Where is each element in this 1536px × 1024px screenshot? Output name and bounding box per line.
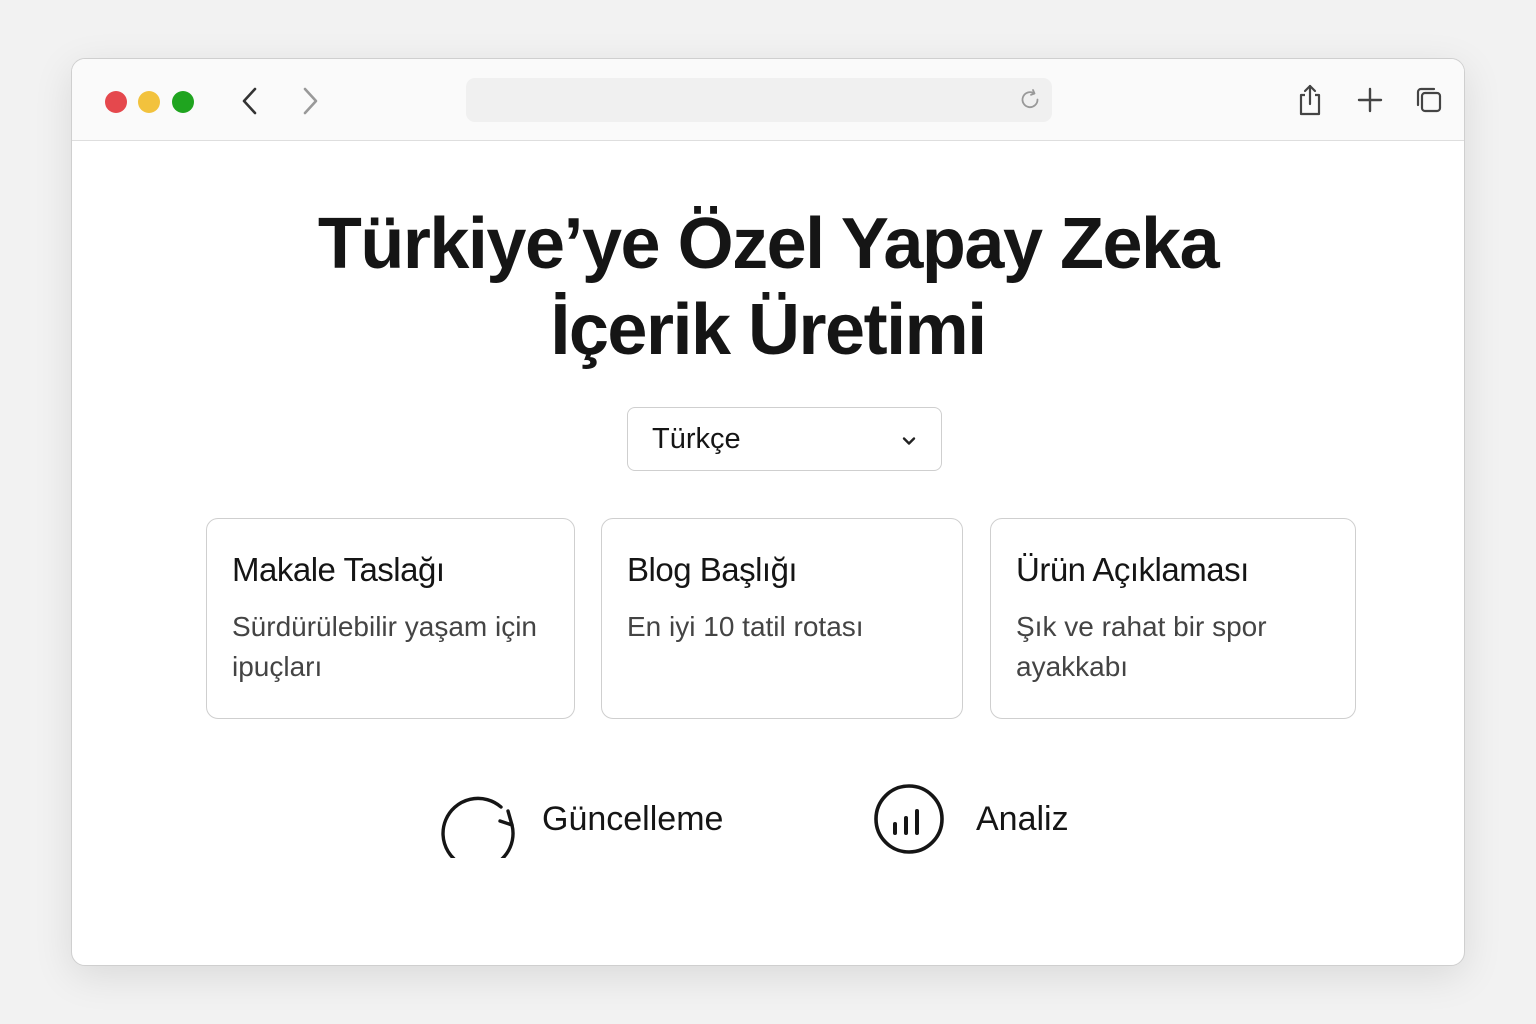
card-description: Şık ve rahat bir spor ayakkabı <box>1016 611 1267 682</box>
card-article-draft[interactable]: Makale Taslağı Sürdürülebilir yaşam için… <box>206 518 575 719</box>
card-title: Makale Taslağı <box>232 551 445 588</box>
browser-window: Türkiye’ye Özel Yapay Zeka İçerik Üretim… <box>71 58 1465 966</box>
browser-toolbar <box>72 59 1464 141</box>
analysis-label: Analiz <box>976 799 1069 838</box>
plus-icon <box>1357 87 1383 113</box>
card-description: Sürdürülebilir yaşam için ipuçları <box>232 611 538 682</box>
language-select-value: Türkçe <box>652 423 741 455</box>
reload-icon[interactable] <box>1018 88 1042 112</box>
card-blog-title[interactable]: Blog Başlığı En iyi 10 tatil rotası <box>601 518 963 719</box>
page-title-line-1: Türkiye’ye Özel Yapay Zeka <box>317 204 1220 284</box>
minimize-window-button[interactable] <box>138 91 160 113</box>
refresh-icon <box>441 796 515 858</box>
card-description: En iyi 10 tatil rotası <box>627 611 864 642</box>
card-title: Ürün Açıklaması <box>1016 551 1249 588</box>
chevron-right-icon <box>303 87 318 115</box>
forward-button[interactable] <box>292 83 328 119</box>
share-button[interactable] <box>1293 83 1327 117</box>
analysis-button[interactable]: Analiz <box>870 779 1069 859</box>
back-button[interactable] <box>232 83 268 119</box>
new-tab-button[interactable] <box>1353 83 1387 117</box>
share-icon <box>1299 84 1321 116</box>
address-bar[interactable] <box>466 78 1052 122</box>
update-button[interactable]: Güncelleme <box>440 779 723 859</box>
update-label: Güncelleme <box>542 799 724 838</box>
tabs-overview-icon <box>1416 87 1442 113</box>
bar-chart-icon <box>874 784 944 854</box>
maximize-window-button[interactable] <box>172 91 194 113</box>
chevron-left-icon <box>242 87 257 115</box>
page-title: Türkiye’ye Özel Yapay Zeka İçerik Üretim… <box>72 201 1464 373</box>
tabs-overview-button[interactable] <box>1412 83 1446 117</box>
language-select[interactable]: Türkçe <box>627 407 942 471</box>
card-product-description[interactable]: Ürün Açıklaması Şık ve rahat bir spor ay… <box>990 518 1356 719</box>
chevron-down-icon <box>902 437 916 445</box>
card-title: Blog Başlığı <box>627 551 798 588</box>
page-title-line-2: İçerik Üretimi <box>550 290 987 370</box>
close-window-button[interactable] <box>105 91 127 113</box>
